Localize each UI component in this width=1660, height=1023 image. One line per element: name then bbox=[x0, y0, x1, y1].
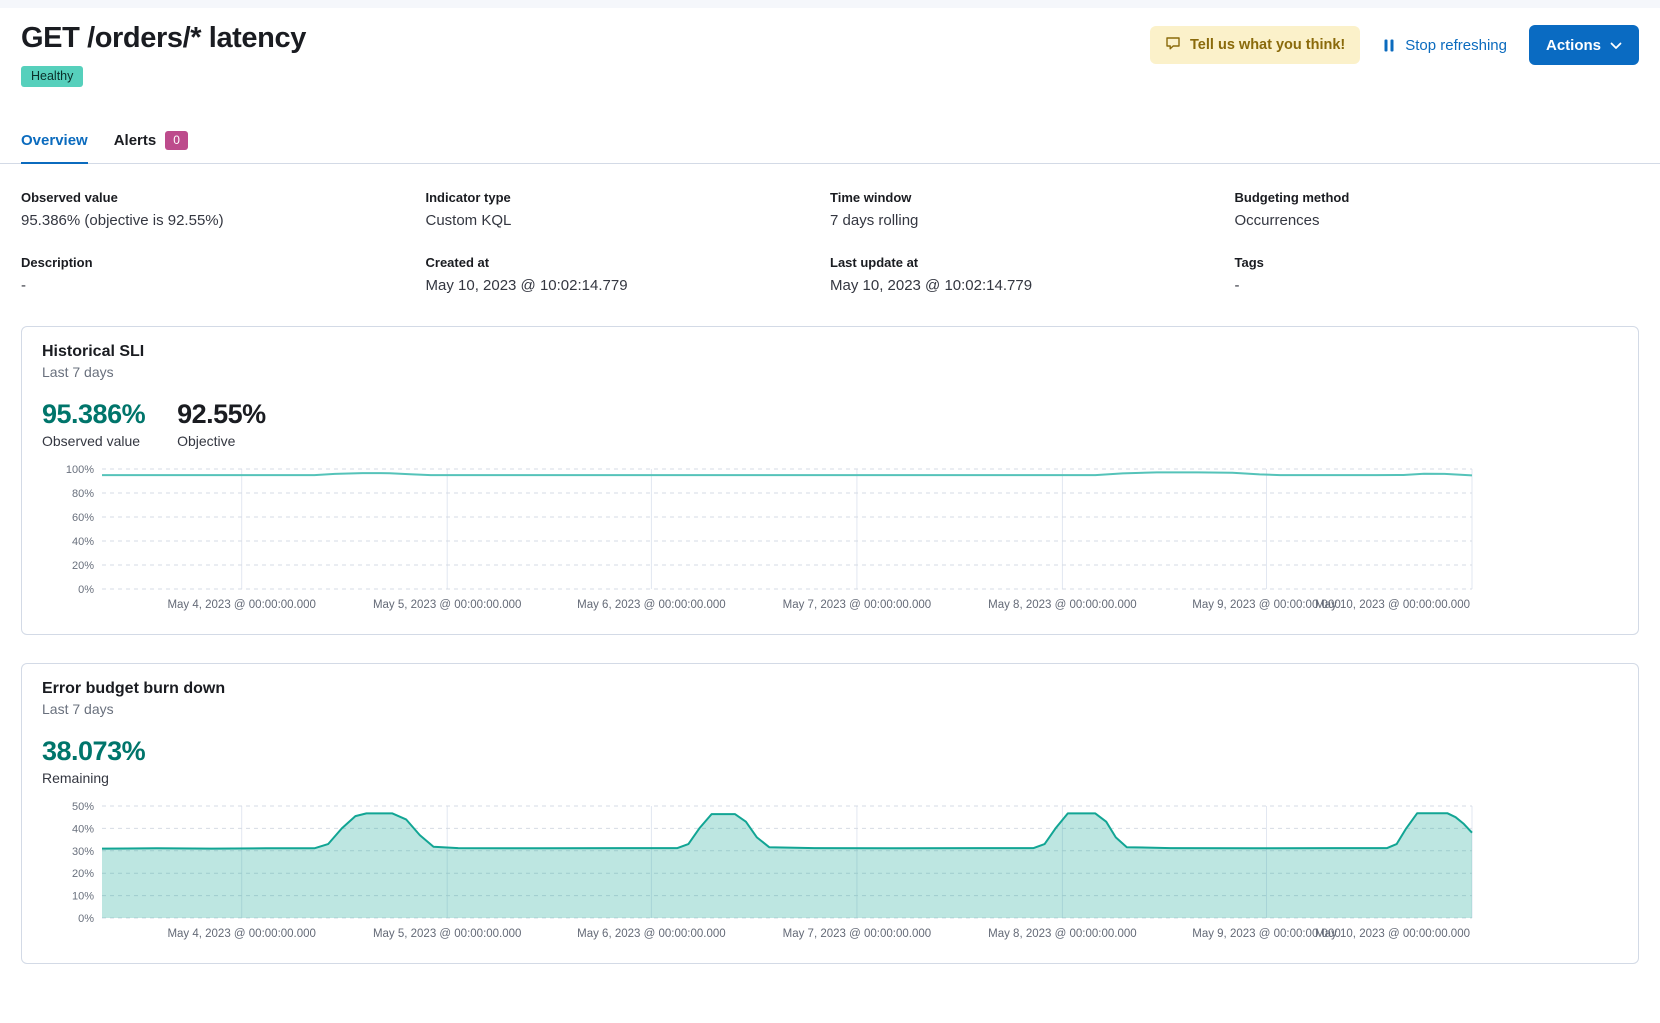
error-budget-stats: 38.073% Remaining bbox=[42, 737, 1618, 786]
header-actions: Tell us what you think! Stop refreshing … bbox=[1150, 20, 1639, 65]
historical-sli-title: Historical SLI bbox=[42, 343, 1618, 361]
definition-item: Last update at May 10, 2023 @ 10:02:14.7… bbox=[830, 255, 1235, 294]
remaining-label: Remaining bbox=[42, 770, 145, 786]
observed-value-label: Observed value bbox=[42, 433, 145, 449]
svg-text:May 10, 2023 @ 00:00:00.000: May 10, 2023 @ 00:00:00.000 bbox=[1315, 599, 1470, 611]
status-badge: Healthy bbox=[21, 66, 83, 88]
historical-sli-card: Historical SLI Last 7 days 95.386% Obser… bbox=[21, 326, 1639, 635]
definition-item: Budgeting method Occurrences bbox=[1235, 190, 1640, 229]
definition-item: Tags - bbox=[1235, 255, 1640, 294]
definition-label: Budgeting method bbox=[1235, 190, 1640, 205]
feedback-button[interactable]: Tell us what you think! bbox=[1150, 26, 1360, 64]
definition-label: Tags bbox=[1235, 255, 1640, 270]
historical-sli-stats: 95.386% Observed value 92.55% Objective bbox=[42, 400, 1618, 449]
actions-button-label: Actions bbox=[1546, 37, 1601, 54]
definition-value: Custom KQL bbox=[426, 212, 831, 229]
svg-text:May 7, 2023 @ 00:00:00.000: May 7, 2023 @ 00:00:00.000 bbox=[783, 599, 932, 611]
actions-button[interactable]: Actions bbox=[1529, 25, 1639, 65]
definition-label: Time window bbox=[830, 190, 1235, 205]
definition-item: Indicator type Custom KQL bbox=[426, 190, 831, 229]
stop-refreshing-label: Stop refreshing bbox=[1405, 37, 1507, 54]
svg-text:0%: 0% bbox=[78, 913, 94, 925]
slo-definition-list: Observed value 95.386% (objective is 92.… bbox=[21, 190, 1639, 294]
definition-item: Description - bbox=[21, 255, 426, 294]
error-budget-chart[interactable]: 0% 10% 20% 30% 40% 50% May 4, 2023 @ 00:00:00.… bbox=[42, 798, 1618, 951]
top-strip bbox=[0, 0, 1660, 8]
feedback-button-label: Tell us what you think! bbox=[1190, 37, 1345, 53]
svg-text:May 8, 2023 @ 00:00:00.000: May 8, 2023 @ 00:00:00.000 bbox=[988, 928, 1137, 940]
definition-value: 95.386% (objective is 92.55%) bbox=[21, 212, 426, 229]
definition-item: Time window 7 days rolling bbox=[830, 190, 1235, 229]
svg-text:May 5, 2023 @ 00:00:00.000: May 5, 2023 @ 00:00:00.000 bbox=[373, 928, 522, 940]
svg-text:60%: 60% bbox=[72, 512, 94, 524]
error-budget-subtitle: Last 7 days bbox=[42, 701, 1618, 717]
svg-text:May 10, 2023 @ 00:00:00.000: May 10, 2023 @ 00:00:00.000 bbox=[1315, 928, 1470, 940]
title-block: GET /orders/* latency Healthy bbox=[21, 20, 306, 87]
definition-label: Created at bbox=[426, 255, 831, 270]
svg-text:May 6, 2023 @ 00:00:00.000: May 6, 2023 @ 00:00:00.000 bbox=[577, 928, 726, 940]
svg-text:20%: 20% bbox=[72, 868, 94, 880]
definition-value: Occurrences bbox=[1235, 212, 1640, 229]
svg-text:100%: 100% bbox=[66, 464, 94, 476]
stat-observed-value: 95.386% Observed value bbox=[42, 400, 145, 449]
tab-bar: Overview Alerts 0 bbox=[0, 131, 1660, 164]
svg-text:40%: 40% bbox=[72, 536, 94, 548]
stat-objective: 92.55% Objective bbox=[177, 400, 266, 449]
page-title: GET /orders/* latency bbox=[21, 20, 306, 58]
definition-label: Description bbox=[21, 255, 426, 270]
definition-label: Last update at bbox=[830, 255, 1235, 270]
svg-text:May 4, 2023 @ 00:00:00.000: May 4, 2023 @ 00:00:00.000 bbox=[167, 599, 316, 611]
svg-text:May 6, 2023 @ 00:00:00.000: May 6, 2023 @ 00:00:00.000 bbox=[577, 599, 726, 611]
svg-text:20%: 20% bbox=[72, 560, 94, 572]
svg-text:10%: 10% bbox=[72, 890, 94, 902]
svg-text:May 8, 2023 @ 00:00:00.000: May 8, 2023 @ 00:00:00.000 bbox=[988, 599, 1137, 611]
tab-overview-label: Overview bbox=[21, 132, 88, 149]
historical-sli-subtitle: Last 7 days bbox=[42, 364, 1618, 380]
definition-item: Created at May 10, 2023 @ 10:02:14.779 bbox=[426, 255, 831, 294]
svg-text:50%: 50% bbox=[72, 801, 94, 813]
definition-label: Observed value bbox=[21, 190, 426, 205]
error-budget-title: Error budget burn down bbox=[42, 680, 1618, 698]
svg-text:40%: 40% bbox=[72, 823, 94, 835]
svg-text:80%: 80% bbox=[72, 488, 94, 500]
tab-alerts[interactable]: Alerts 0 bbox=[114, 131, 188, 164]
objective-number: 92.55% bbox=[177, 400, 266, 430]
definition-value: - bbox=[21, 277, 426, 294]
svg-text:May 5, 2023 @ 00:00:00.000: May 5, 2023 @ 00:00:00.000 bbox=[373, 599, 522, 611]
error-budget-card: Error budget burn down Last 7 days 38.07… bbox=[21, 663, 1639, 964]
definition-value: May 10, 2023 @ 10:02:14.779 bbox=[426, 277, 831, 294]
svg-text:30%: 30% bbox=[72, 845, 94, 857]
remaining-number: 38.073% bbox=[42, 737, 145, 767]
observed-value-number: 95.386% bbox=[42, 400, 145, 430]
alerts-count-badge: 0 bbox=[165, 131, 188, 150]
svg-text:0%: 0% bbox=[78, 584, 94, 596]
definition-value: - bbox=[1235, 277, 1640, 294]
definition-value: May 10, 2023 @ 10:02:14.779 bbox=[830, 277, 1235, 294]
chevron-down-icon bbox=[1610, 37, 1622, 54]
svg-text:May 7, 2023 @ 00:00:00.000: May 7, 2023 @ 00:00:00.000 bbox=[783, 928, 932, 940]
tab-alerts-label: Alerts bbox=[114, 132, 157, 149]
tab-overview[interactable]: Overview bbox=[21, 131, 88, 164]
historical-sli-chart[interactable]: 0% 20% 40% 60% 80% 100% May 4, 2023 @ 00:00:00… bbox=[42, 461, 1618, 622]
stat-remaining: 38.073% Remaining bbox=[42, 737, 145, 786]
definition-item: Observed value 95.386% (objective is 92.… bbox=[21, 190, 426, 229]
definition-value: 7 days rolling bbox=[830, 212, 1235, 229]
pause-icon bbox=[1382, 38, 1396, 53]
svg-text:May 4, 2023 @ 00:00:00.000: May 4, 2023 @ 00:00:00.000 bbox=[167, 928, 316, 940]
stop-refreshing-button[interactable]: Stop refreshing bbox=[1382, 37, 1507, 54]
speech-bubble-icon bbox=[1165, 35, 1181, 55]
definition-label: Indicator type bbox=[426, 190, 831, 205]
page-header: GET /orders/* latency Healthy Tell us wh… bbox=[21, 8, 1639, 87]
objective-label: Objective bbox=[177, 433, 266, 449]
